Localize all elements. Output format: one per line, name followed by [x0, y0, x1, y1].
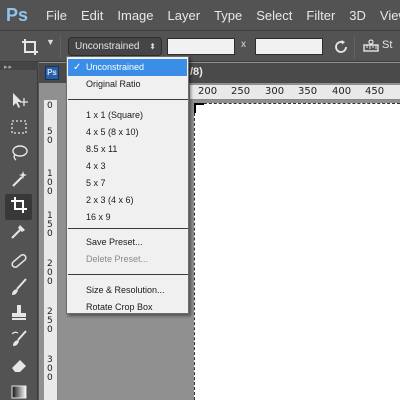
- dropdown-item-5x7[interactable]: 5 x 7: [68, 175, 187, 192]
- history-brush-icon: [9, 329, 29, 354]
- grip-dots-icon: ▸▸: [4, 64, 14, 71]
- magic-wand-icon: [9, 169, 29, 194]
- clone-stamp-tool[interactable]: [5, 302, 32, 328]
- bandage-icon: [9, 251, 29, 276]
- ruler-label: 450: [365, 86, 385, 97]
- menu-bar: Ps File Edit Image Layer Type Select Fil…: [0, 0, 400, 30]
- crop-ratio-select[interactable]: Unconstrained ⬍: [68, 37, 162, 56]
- dropdown-item-delete-preset: Delete Preset...: [86, 254, 149, 264]
- ruler-label: 5 0: [47, 127, 53, 146]
- dropdown-item-rotate-crop-box[interactable]: Rotate Crop Box: [68, 299, 187, 316]
- app-logo: Ps: [6, 5, 29, 25]
- dropdown-item-size-resolution[interactable]: Size & Resolution...: [68, 282, 187, 299]
- crop-height-input[interactable]: [255, 38, 323, 55]
- dropdown-item-original-ratio[interactable]: Original Ratio: [68, 76, 187, 93]
- menu-select[interactable]: Select: [256, 8, 292, 23]
- lasso-icon: [9, 143, 29, 168]
- menu-image[interactable]: Image: [117, 8, 153, 23]
- ruler-label: 0: [47, 101, 53, 111]
- horizontal-ruler[interactable]: 200 250 300 350 400 450: [190, 85, 400, 100]
- ruler-label: 2 5 0: [47, 307, 53, 335]
- ruler-label: 300: [265, 86, 285, 97]
- straighten-icon[interactable]: [362, 38, 380, 56]
- brush-icon: [9, 277, 29, 302]
- crop-box-border[interactable]: [194, 103, 400, 400]
- move-tool[interactable]: [5, 90, 32, 116]
- dropdown-item-save-preset[interactable]: Save Preset...: [68, 234, 187, 251]
- dropdown-item-2x3[interactable]: 2 x 3 (4 x 6): [68, 192, 187, 209]
- gradient-tool[interactable]: [5, 380, 32, 400]
- tool-preset-arrow-icon[interactable]: ▼: [46, 37, 55, 47]
- dropdown-item-4x5[interactable]: 4 x 5 (8 x 10): [68, 124, 187, 141]
- checkmark-icon: ✓: [73, 62, 82, 73]
- rotate-icon[interactable]: [332, 38, 350, 56]
- dropdown-item-label: Unconstrained: [86, 62, 145, 72]
- menu-filter[interactable]: Filter: [306, 8, 335, 23]
- document-tab-title[interactable]: /8): [190, 66, 203, 78]
- divider: [60, 36, 61, 58]
- lasso-tool[interactable]: [5, 142, 32, 168]
- crop-tool[interactable]: [5, 194, 32, 220]
- dropdown-separator: [68, 274, 188, 275]
- menu-layer[interactable]: Layer: [168, 8, 201, 23]
- dropdown-item-8-5x11[interactable]: 8.5 x 11: [68, 141, 187, 158]
- crop-icon: [9, 195, 29, 220]
- menu-view[interactable]: View: [380, 8, 400, 23]
- ruler-label: 250: [231, 86, 251, 97]
- eyedropper-tool[interactable]: [5, 220, 32, 246]
- eraser-tool[interactable]: [5, 354, 32, 380]
- chevron-updown-icon: ⬍: [149, 42, 156, 51]
- ruler-label: 350: [298, 86, 318, 97]
- dimension-separator: x: [241, 39, 246, 50]
- healing-brush-tool[interactable]: [5, 250, 32, 276]
- crop-ratio-value: Unconstrained: [75, 41, 140, 52]
- menu-file[interactable]: File: [46, 8, 67, 23]
- gradient-icon: [9, 381, 29, 400]
- ruler-label: 1 5 0: [47, 211, 53, 239]
- options-bar: ▼ Unconstrained ⬍ x St: [0, 30, 400, 62]
- tools-panel: ▸▸: [0, 62, 38, 400]
- stamp-icon: [9, 303, 29, 328]
- menu-edit[interactable]: Edit: [81, 8, 103, 23]
- crop-corner-handle[interactable]: [194, 103, 204, 113]
- straighten-label[interactable]: St: [382, 39, 392, 51]
- ruler-label: 1 0 0: [47, 169, 53, 197]
- crop-width-input[interactable]: [167, 38, 235, 55]
- ruler-label: 400: [332, 86, 352, 97]
- magic-wand-tool[interactable]: [5, 168, 32, 194]
- menu-3d[interactable]: 3D: [349, 8, 366, 23]
- dropdown-item-unconstrained[interactable]: ✓ Unconstrained: [68, 59, 187, 76]
- eyedropper-icon: [9, 221, 29, 246]
- ruler-label: 3 0 0: [47, 355, 53, 383]
- history-brush-tool[interactable]: [5, 328, 32, 354]
- dropdown-item-1x1[interactable]: 1 x 1 (Square): [68, 107, 187, 124]
- document-ps-icon: Ps: [45, 66, 59, 80]
- move-icon: [9, 91, 29, 116]
- brush-tool[interactable]: [5, 276, 32, 302]
- marquee-tool[interactable]: [5, 116, 32, 142]
- dropdown-item-4x3[interactable]: 4 x 3: [68, 158, 187, 175]
- vertical-ruler[interactable]: 0 5 0 1 0 0 1 5 0 2 0 0 2 5 0 3 0 0: [44, 100, 58, 400]
- marquee-icon: [9, 117, 29, 142]
- divider: [354, 36, 355, 58]
- panel-grip[interactable]: ▸▸: [0, 62, 38, 71]
- dropdown-separator: [68, 99, 188, 100]
- menu-type[interactable]: Type: [214, 8, 242, 23]
- ruler-label: 2 0 0: [47, 259, 53, 287]
- eraser-icon: [9, 355, 29, 380]
- crop-icon[interactable]: [20, 37, 40, 57]
- dropdown-separator: [68, 228, 188, 229]
- ruler-label: 200: [198, 86, 218, 97]
- crop-ratio-dropdown: ✓ Unconstrained Original Ratio 1 x 1 (Sq…: [66, 56, 189, 314]
- dropdown-item-16x9[interactable]: 16 x 9: [68, 209, 187, 226]
